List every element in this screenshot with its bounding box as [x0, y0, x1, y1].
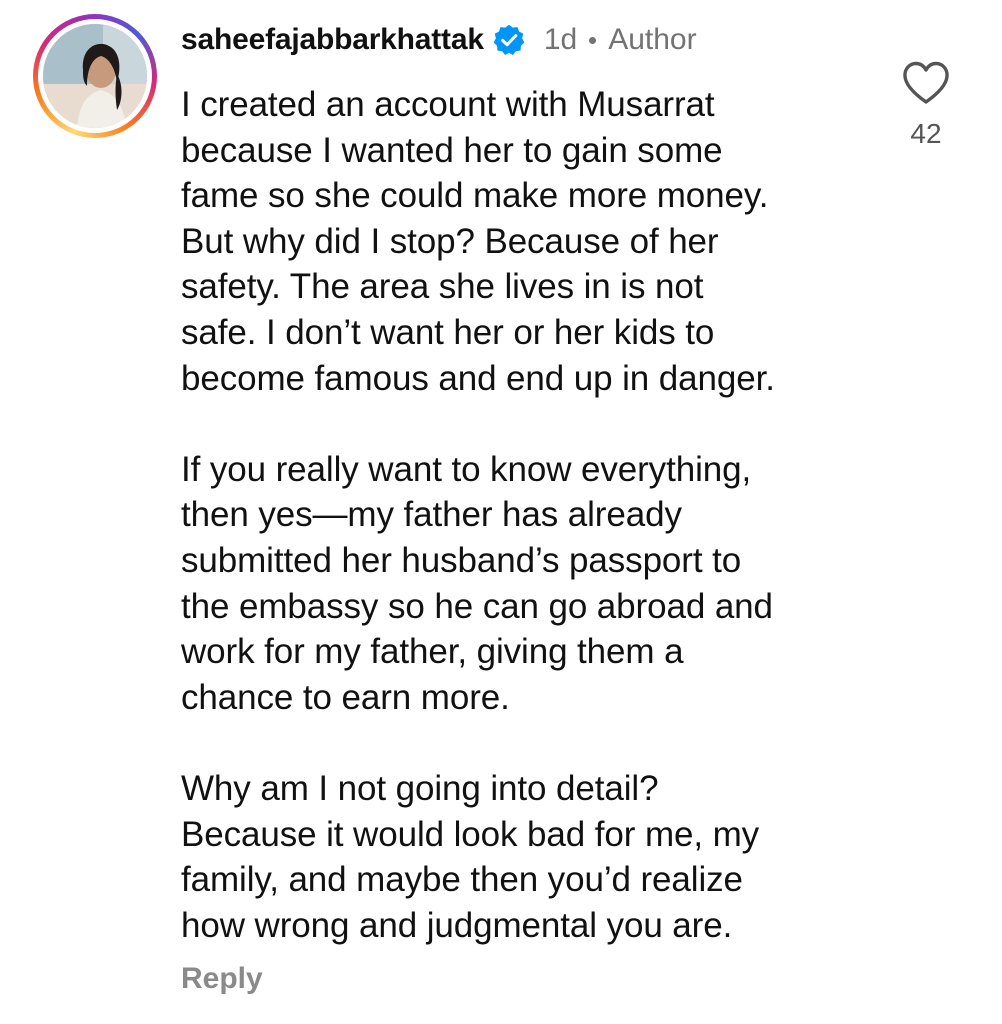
- avatar[interactable]: [43, 24, 147, 128]
- reply-button[interactable]: Reply: [181, 962, 263, 996]
- comment-text: I created an account with Musarrat becau…: [181, 85, 775, 945]
- separator-dot: [589, 36, 597, 44]
- comment-timestamp: 1d: [543, 23, 578, 56]
- verified-badge-icon: [493, 24, 525, 55]
- like-button[interactable]: 42: [898, 60, 954, 160]
- avatar-story-ring[interactable]: [33, 14, 157, 138]
- comment: saheefajabbarkhattak 1d Author I created…: [0, 0, 1002, 1024]
- like-count: 42: [910, 118, 942, 149]
- avatar-image: [43, 24, 147, 128]
- username[interactable]: saheefajabbarkhattak: [181, 23, 484, 57]
- heart-icon[interactable]: [901, 60, 951, 106]
- comment-header: saheefajabbarkhattak 1d Author: [181, 18, 697, 62]
- author-label: Author: [608, 23, 697, 56]
